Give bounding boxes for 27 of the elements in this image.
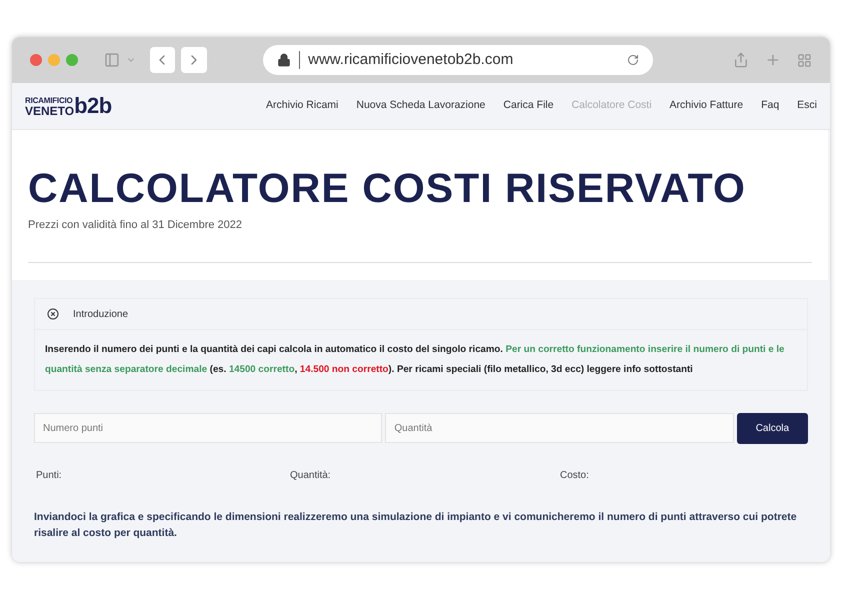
url-text: www.ricamificiovenetob2b.com [308,50,514,70]
lock-icon [277,53,292,67]
result-label: Costo: [560,469,589,483]
tabs-overview-icon[interactable] [797,52,812,68]
share-icon[interactable] [733,52,750,68]
calculate-button[interactable]: Calcola [736,413,808,444]
back-button[interactable] [150,47,176,73]
reload-icon[interactable] [627,54,640,66]
nav-link[interactable]: Nuova Scheda Lavorazione [356,98,486,114]
page-subtitle: Prezzi con validità fino al 31 Dicembre 2022 [28,218,244,233]
sidebar-icon[interactable] [104,52,120,68]
nav-link[interactable]: Esci [797,98,817,114]
forward-button[interactable] [181,47,208,73]
nav-link[interactable]: Carica File [503,98,554,114]
intro-text: Inserendo il numero dei punti e la quantità dei capi calcola in automatico il costo del singolo ricamo. Per un corretto funzionamento inserire il numero di punti e le quantità senza separatore decimale (es. 14500 corretto, 14.500 non corretto). Per ricami speciali (filo metallico, 3d ecc) leggere info sottostanti [44,343,786,377]
result-label: Quantità: [290,469,332,483]
result-label: Punti: [36,469,63,483]
quantity-field[interactable]: Quantità [385,413,734,443]
nav-link[interactable]: Archivio Ricami [266,98,338,114]
nav-link[interactable]: Faq [761,98,780,114]
info-note: Inviandoci la grafica e specificando le dimensioni realizzeremo una simulazione di impianto e vi comunicheremo il numero di punti attraverso cui potrete risalire al costo per quantità. [34,510,798,541]
circle-x-icon [47,308,59,320]
points-field[interactable]: Numero punti [34,413,382,443]
address-bar[interactable]: www.ricamificiovenetob2b.com [263,45,654,75]
nav-link[interactable]: Archivio Fatture [670,98,744,114]
page-title: CALCOLATORE COSTI RISERVATO [28,168,747,209]
intro-toggle[interactable]: Introduzione [35,299,807,330]
